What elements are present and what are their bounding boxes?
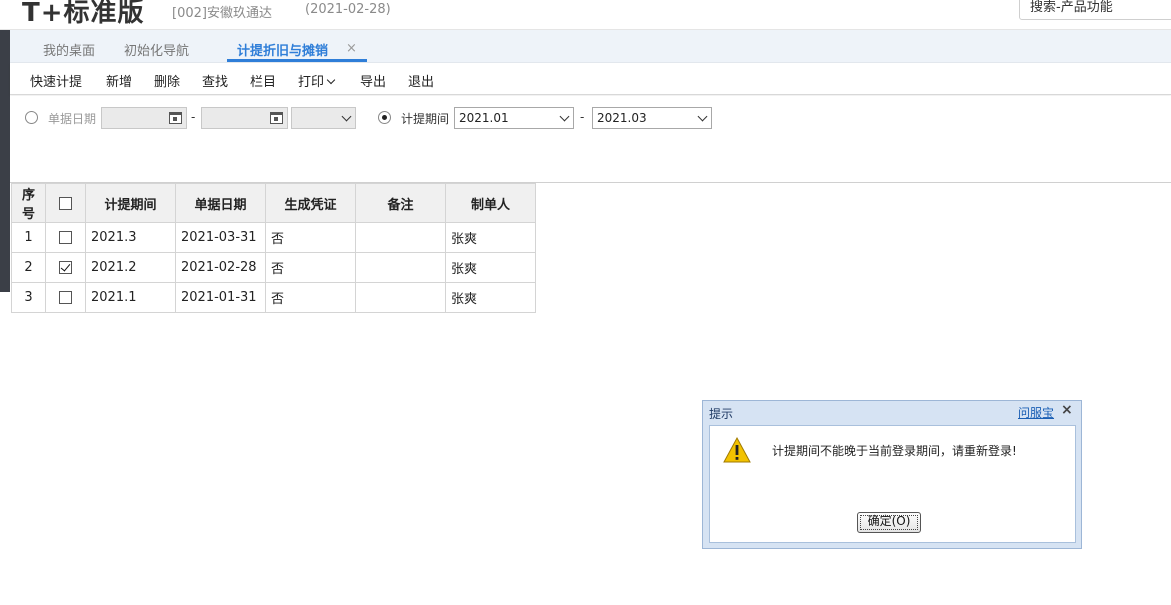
warning-icon [723, 436, 751, 463]
period-label: 计提期间 [401, 112, 450, 126]
sidebar-dark-strip [0, 30, 10, 292]
tab-my-desktop[interactable]: 我的桌面 [43, 40, 95, 59]
export-button[interactable]: 导出 [360, 71, 386, 90]
company-name: [002]安徽玖通达 [172, 6, 272, 21]
period-radio[interactable] [378, 111, 391, 124]
quick-depreciate-button[interactable]: 快速计提 [30, 71, 82, 90]
chevron-down-icon [341, 111, 352, 122]
tab-depreciation[interactable]: 计提折旧与摊销 [237, 40, 328, 59]
row-no: 2 [11, 252, 46, 283]
login-date: (2021-02-28) [305, 2, 391, 17]
search-input[interactable]: 搜索-产品功能 [1019, 0, 1171, 20]
row-note [355, 222, 446, 253]
col-header-voucher[interactable]: 生成凭证 [265, 183, 356, 223]
dialog-body: 计提期间不能晚于当前登录期间，请重新登录! 确定(O) [709, 425, 1076, 543]
row-doc-date: 2021-02-28 [175, 252, 266, 283]
new-button[interactable]: 新增 [106, 71, 132, 90]
row-maker: 张爽 [445, 252, 536, 283]
table-row[interactable]: 2 2021.2 2021-02-28 否 张爽 [11, 252, 536, 283]
row-select-cell[interactable] [45, 252, 86, 283]
alert-dialog: 提示 问服宝 × 计提期间不能晚于当前登录期间，请重新登录! 确定(O) [702, 400, 1082, 549]
doc-date-radio[interactable] [25, 111, 38, 124]
table-row[interactable]: 1 2021.3 2021-03-31 否 张爽 [11, 222, 536, 253]
find-button[interactable]: 查找 [202, 71, 228, 90]
exit-button[interactable]: 退出 [408, 71, 434, 90]
row-checkbox[interactable] [59, 291, 72, 304]
tab-bar: 我的桌面 初始化导航 计提折旧与摊销 [10, 30, 1171, 63]
calendar-icon[interactable] [270, 112, 283, 124]
row-select-cell[interactable] [45, 282, 86, 313]
row-checkbox[interactable] [59, 231, 72, 244]
doc-date-from-field[interactable] [101, 107, 187, 129]
period-to-select[interactable]: 2021.03 [592, 107, 712, 129]
col-header-no: 序号 [11, 183, 46, 223]
col-header-maker[interactable]: 制单人 [445, 183, 536, 223]
doc-date-to-field[interactable] [201, 107, 288, 129]
tab-init-guide[interactable]: 初始化导航 [124, 40, 189, 59]
row-note [355, 252, 446, 283]
doc-date-label: 单据日期 [48, 112, 97, 126]
period-from-select[interactable]: 2021.01 [454, 107, 574, 129]
select-all-checkbox[interactable] [59, 196, 72, 210]
period-range-dash: - [580, 110, 585, 124]
row-no: 1 [11, 222, 46, 253]
chevron-down-icon [326, 75, 336, 85]
col-header-doc-date[interactable]: 单据日期 [175, 183, 266, 223]
col-header-period[interactable]: 计提期间 [85, 183, 176, 223]
print-button[interactable]: 打印 [298, 71, 336, 90]
chevron-down-icon [559, 111, 570, 122]
row-checkbox-checked[interactable] [59, 261, 72, 274]
row-voucher: 否 [265, 222, 356, 253]
row-doc-date: 2021-03-31 [175, 222, 266, 253]
row-doc-date: 2021-01-31 [175, 282, 266, 313]
chevron-down-icon [697, 111, 708, 122]
close-tab-icon[interactable]: × [346, 41, 357, 56]
row-period: 2021.1 [85, 282, 176, 313]
active-tab-indicator [227, 59, 367, 62]
print-label: 打印 [298, 75, 325, 90]
depreciation-table: 序号 计提期间 单据日期 生成凭证 备注 制单人 1 2021.3 2021-0… [11, 183, 536, 313]
app-header: T+标准版 [002]安徽玖通达 (2021-02-28) 搜索-产品功能 [0, 0, 1171, 30]
row-select-cell[interactable] [45, 222, 86, 253]
ok-button[interactable]: 确定(O) [857, 512, 921, 533]
table-row[interactable]: 3 2021.1 2021-01-31 否 张爽 [11, 282, 536, 313]
left-sidebar [0, 30, 10, 605]
doc-date-select[interactable] [291, 107, 356, 129]
date-range-dash: - [191, 110, 196, 124]
col-header-note[interactable]: 备注 [355, 183, 446, 223]
delete-button[interactable]: 删除 [154, 71, 180, 90]
help-link[interactable]: 问服宝 [1018, 404, 1054, 421]
calendar-icon[interactable] [169, 112, 182, 124]
period-to-value: 2021.03 [597, 111, 647, 125]
row-maker: 张爽 [445, 282, 536, 313]
period-from-value: 2021.01 [459, 111, 509, 125]
dialog-message: 计提期间不能晚于当前登录期间，请重新登录! [772, 444, 1017, 458]
row-note [355, 282, 446, 313]
row-no: 3 [11, 282, 46, 313]
table-header-row: 序号 计提期间 单据日期 生成凭证 备注 制单人 [11, 183, 536, 223]
row-voucher: 否 [265, 282, 356, 313]
close-icon[interactable]: × [1061, 402, 1073, 418]
columns-button[interactable]: 栏目 [250, 71, 276, 90]
row-voucher: 否 [265, 252, 356, 283]
dialog-title: 提示 [709, 407, 734, 421]
row-period: 2021.2 [85, 252, 176, 283]
col-header-select-all[interactable] [45, 183, 86, 223]
filter-panel: 单据日期 - 计提期间 2021.01 - 2021.03 [10, 96, 1171, 183]
row-period: 2021.3 [85, 222, 176, 253]
row-maker: 张爽 [445, 222, 536, 253]
toolbar: 快速计提 新增 删除 查找 栏目 打印 导出 退出 [10, 63, 1171, 95]
product-logo: T+标准版 [22, 0, 145, 28]
